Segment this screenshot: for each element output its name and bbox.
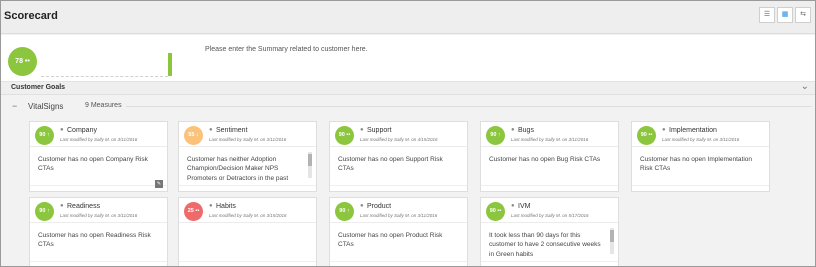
summary-section: 78 •• Please enter the Summary related t… [1, 35, 815, 82]
measure-comment[interactable]: Customer has neither Adoption Champion/D… [179, 147, 316, 185]
card-footer [30, 185, 167, 191]
score-badge: 90 ↑ [35, 202, 54, 221]
user-icon: ● [60, 127, 64, 133]
scroll-thumb[interactable] [610, 230, 614, 242]
collapse-group-icon[interactable]: − [12, 101, 17, 111]
overall-score-badge: 78 •• [8, 47, 37, 76]
user-icon: ● [360, 127, 364, 133]
measure-card[interactable]: 90 •• ● IVM Last modified by Sally M. on… [480, 197, 619, 266]
measure-name: Sentiment [216, 127, 248, 134]
group-divider [126, 106, 812, 107]
score-badge: 90 •• [335, 126, 354, 145]
card-header: 90 •• ● IVM Last modified by Sally M. on… [481, 198, 618, 223]
last-modified: Last modified by Sally M. on 5/17/2016 [511, 213, 589, 218]
card-footer [30, 261, 167, 266]
measure-card[interactable]: 90 •• ● Support Last modified by Sally M… [329, 121, 468, 192]
user-icon: ● [60, 203, 64, 209]
measure-comment[interactable]: Customer has no open Support Risk CTAs [330, 147, 467, 185]
measure-name: Company [67, 127, 97, 134]
score-bar [168, 53, 172, 76]
card-footer [179, 185, 316, 191]
measure-comment[interactable] [179, 223, 316, 261]
score-badge: 90 •• [637, 126, 656, 145]
compact-view-icon[interactable]: ⇆ [795, 7, 811, 23]
measure-comment[interactable]: Customer has no open Implementation Risk… [632, 147, 769, 185]
user-icon: ● [511, 203, 515, 209]
measure-name: IVM [518, 203, 531, 210]
card-footer [330, 185, 467, 191]
measure-comment[interactable]: Customer has no open Bug Risk CTAs [481, 147, 618, 185]
page-title: Scorecard [4, 10, 58, 22]
last-modified: Last modified by Sally M. on 3/11/2016 [60, 213, 138, 218]
measure-comment[interactable]: Customer has no open Product Risk CTAs [330, 223, 467, 261]
scroll-thumb[interactable] [308, 154, 312, 166]
card-header: 90 ↑ ● Product Last modified by Sally M.… [330, 198, 467, 223]
measure-name: Readiness [67, 203, 101, 210]
card-header: 90 ↑ ● Bugs Last modified by Sally M. on… [481, 122, 618, 147]
measure-card[interactable]: 90 •• ● Implementation Last modified by … [631, 121, 770, 192]
user-icon: ● [209, 203, 213, 209]
grid-view-icon[interactable]: ▦ [777, 7, 793, 23]
measure-name: Implementation [669, 127, 717, 134]
score-badge: 90 ↑ [486, 126, 505, 145]
card-header: 55 ↓ ● Sentiment Last modified by Sally … [179, 122, 316, 147]
customer-goals-title: Customer Goals [11, 84, 66, 91]
measure-card[interactable]: 90 ↑ ● Company Last modified by Sally M.… [29, 121, 168, 192]
summary-placeholder[interactable]: Please enter the Summary related to cust… [205, 46, 368, 53]
measure-card[interactable]: 90 ↑ ● Bugs Last modified by Sally M. on… [480, 121, 619, 192]
measure-card[interactable]: 90 ↑ ● Readiness Last modified by Sally … [29, 197, 168, 266]
measure-comment[interactable]: Customer has no open Readiness Risk CTAs [30, 223, 167, 261]
last-modified: Last modified by Sally M. on 3/11/2016 [662, 137, 740, 142]
measure-name: Habits [216, 203, 236, 210]
card-header: 90 •• ● Implementation Last modified by … [632, 122, 769, 147]
user-icon: ● [511, 127, 515, 133]
edit-icon[interactable]: ✎ [155, 180, 163, 188]
score-badge: 90 ↑ [335, 202, 354, 221]
user-icon: ● [662, 127, 666, 133]
score-badge: 90 ↑ [35, 126, 54, 145]
measure-card[interactable]: 55 ↓ ● Sentiment Last modified by Sally … [178, 121, 317, 192]
card-header: 90 ↑ ● Company Last modified by Sally M.… [30, 122, 167, 147]
list-view-icon[interactable]: ☰ [759, 7, 775, 23]
card-header: 25 •• ● Habits Last modified by Sally M.… [179, 198, 316, 223]
last-modified: Last modified by Sally M. on 3/11/2016 [511, 137, 589, 142]
card-header: 90 ↑ ● Readiness Last modified by Sally … [30, 198, 167, 223]
score-badge: 55 ↓ [184, 126, 203, 145]
score-badge: 25 •• [184, 202, 203, 221]
measure-card[interactable]: 90 ↑ ● Product Last modified by Sally M.… [329, 197, 468, 266]
last-modified: Last modified by Sally M. on 3/15/2016 [209, 213, 287, 218]
collapse-chevron-icon[interactable]: ⌄ [801, 81, 809, 92]
last-modified: Last modified by Sally M. on 4/15/2016 [360, 137, 438, 142]
user-icon: ● [209, 127, 213, 133]
title-bar: Scorecard ☰ ▦ ⇆ [1, 1, 815, 34]
measure-name: Bugs [518, 127, 534, 134]
measure-name: Support [367, 127, 392, 134]
card-footer [481, 261, 618, 266]
card-header: 90 •• ● Support Last modified by Sally M… [330, 122, 467, 147]
vitalsigns-group-header[interactable]: − VitalSigns 9 Measures [1, 96, 815, 116]
scorecard-window: Scorecard ☰ ▦ ⇆ 78 •• Please enter the S… [0, 0, 816, 267]
last-modified: Last modified by Sally M. on 3/11/2016 [60, 137, 138, 142]
card-footer [179, 261, 316, 266]
group-title: VitalSigns [28, 102, 64, 111]
card-footer [632, 185, 769, 191]
measure-comment[interactable]: Customer has no open Company Risk CTAs [30, 147, 167, 185]
scrollbar[interactable] [610, 228, 614, 254]
card-footer [481, 185, 618, 191]
score-badge: 90 •• [486, 202, 505, 221]
card-footer [330, 261, 467, 266]
measure-card[interactable]: 25 •• ● Habits Last modified by Sally M.… [178, 197, 317, 266]
last-modified: Last modified by Sally M. on 3/11/2016 [360, 213, 438, 218]
score-trend-line [41, 76, 168, 77]
user-icon: ● [360, 203, 364, 209]
last-modified: Last modified by Sally M. on 3/11/2016 [209, 137, 287, 142]
measure-count: 9 Measures [85, 102, 122, 109]
view-toggle-group: ☰ ▦ ⇆ [757, 7, 811, 23]
measure-name: Product [367, 203, 392, 210]
scrollbar[interactable] [308, 152, 312, 178]
customer-goals-bar[interactable]: Customer Goals ⌄ [1, 81, 815, 95]
measure-comment[interactable]: It took less than 90 days for this custo… [481, 223, 618, 261]
